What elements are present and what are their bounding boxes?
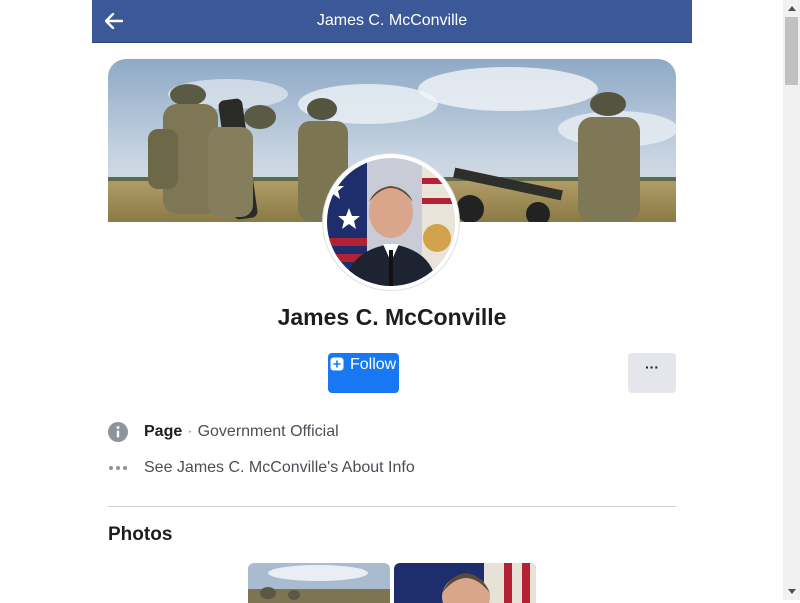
plus-square-icon: [330, 357, 344, 371]
top-navigation-bar: James C. McConville: [92, 0, 692, 43]
profile-avatar[interactable]: [323, 154, 459, 290]
page-category-row: Page · Government Official: [108, 422, 339, 442]
photos-section-title: Photos: [108, 524, 173, 545]
page-label: Page: [144, 423, 183, 440]
more-options-button[interactable]: ···: [628, 353, 676, 393]
section-divider: [108, 506, 676, 507]
follow-button[interactable]: Follow: [328, 353, 399, 393]
photo-thumbnail[interactable]: [394, 563, 536, 603]
profile-name: James C. McConville: [277, 304, 507, 330]
more-horizontal-icon: [108, 458, 128, 478]
info-circle-icon: [108, 422, 128, 442]
scroll-down-arrow-icon[interactable]: [783, 583, 800, 600]
about-link-text: See James C. McConville's About Info: [144, 459, 415, 476]
header-title: James C. McConville: [316, 12, 468, 29]
about-info-link[interactable]: See James C. McConville's About Info: [108, 458, 415, 478]
scrollbar-thumb[interactable]: [785, 17, 798, 85]
back-button[interactable]: [102, 9, 126, 33]
scroll-up-arrow-icon[interactable]: [783, 0, 800, 17]
arrow-left-icon: [105, 13, 123, 29]
more-horizontal-icon: ···: [645, 359, 659, 375]
page-category: Government Official: [197, 423, 339, 440]
photo-thumbnail[interactable]: [248, 563, 390, 603]
page-separator: ·: [187, 423, 193, 440]
follow-label: Follow: [350, 356, 397, 373]
vertical-scrollbar[interactable]: [783, 0, 800, 600]
avatar-portrait: [327, 158, 455, 286]
